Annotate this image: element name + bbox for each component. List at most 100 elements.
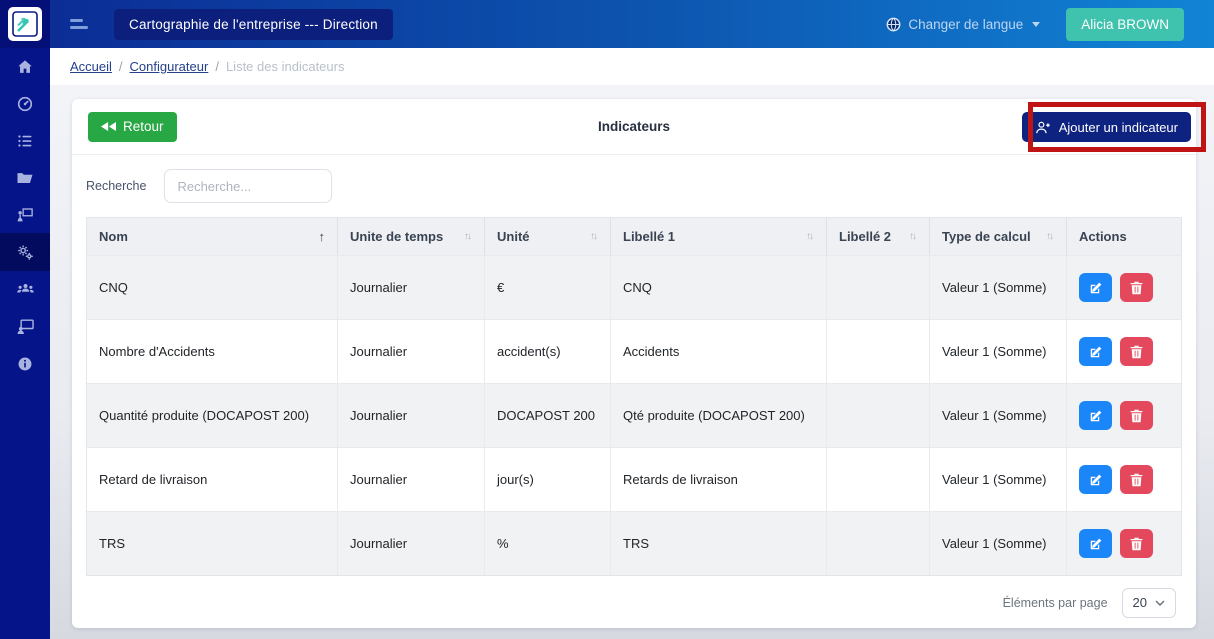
- presentation-icon: [17, 207, 33, 221]
- breadcrumb-link-configurateur[interactable]: Configurateur: [130, 59, 209, 74]
- rewind-icon: [101, 122, 116, 131]
- sidebar-item-presentation[interactable]: [0, 196, 50, 233]
- chevron-down-icon: [1155, 599, 1165, 606]
- cell-libelle2: [827, 448, 930, 511]
- info-icon: [18, 357, 32, 370]
- cell-libelle1: Accidents: [611, 320, 827, 383]
- cell-nom: Retard de livraison: [87, 448, 338, 511]
- sort-asc-icon[interactable]: ↑: [319, 229, 326, 244]
- delete-button[interactable]: [1120, 465, 1153, 494]
- column-header-unite[interactable]: Unité ↑↓: [485, 218, 611, 255]
- list-icon: [18, 134, 32, 147]
- edit-icon: [1090, 410, 1101, 421]
- breadcrumb-separator: /: [215, 59, 219, 74]
- sort-icon[interactable]: ↑↓: [909, 231, 917, 242]
- add-indicator-label: Ajouter un indicateur: [1058, 119, 1178, 135]
- cell-libelle2: [827, 256, 930, 319]
- cell-unite-temps: Journalier: [338, 256, 485, 319]
- edit-button[interactable]: [1079, 273, 1112, 302]
- cell-actions: [1067, 384, 1181, 447]
- edit-icon: [1090, 474, 1101, 485]
- breadcrumb-link-accueil[interactable]: Accueil: [70, 59, 112, 74]
- search-row: Recherche: [72, 155, 1196, 217]
- trash-icon: [1130, 281, 1143, 294]
- cell-libelle1: Retards de livraison: [611, 448, 827, 511]
- cell-nom: TRS: [87, 512, 338, 575]
- delete-button[interactable]: [1120, 529, 1153, 558]
- sidebar-item-home[interactable]: [0, 48, 50, 85]
- delete-button[interactable]: [1120, 401, 1153, 430]
- column-header-type-de-calcul[interactable]: Type de calcul ↑↓: [930, 218, 1067, 255]
- cell-nom: Nombre d'Accidents: [87, 320, 338, 383]
- cell-unite: €: [485, 256, 611, 319]
- top-navbar: Cartographie de l'entreprise --- Directi…: [0, 0, 1214, 48]
- cell-actions: [1067, 320, 1181, 383]
- cell-unite: jour(s): [485, 448, 611, 511]
- column-header-unite-de-temps[interactable]: Unite de temps ↑↓: [338, 218, 485, 255]
- app-logo-icon: [8, 7, 42, 41]
- edit-icon: [1090, 538, 1101, 549]
- cell-nom: Quantité produite (DOCAPOST 200): [87, 384, 338, 447]
- training-icon: [17, 319, 34, 335]
- edit-button[interactable]: [1079, 465, 1112, 494]
- dashboard-icon: [17, 96, 33, 111]
- search-input[interactable]: [164, 169, 333, 203]
- column-header-libelle-2[interactable]: Libellé 2 ↑↓: [827, 218, 930, 255]
- caret-down-icon: [1032, 21, 1041, 27]
- edit-button[interactable]: [1079, 401, 1112, 430]
- breadcrumb: Accueil / Configurateur / Liste des indi…: [50, 48, 1214, 85]
- cell-libelle2: [827, 512, 930, 575]
- sort-icon[interactable]: ↑↓: [590, 231, 598, 242]
- search-label: Recherche: [86, 179, 147, 193]
- home-icon: [18, 59, 32, 73]
- sidebar-item-folders[interactable]: [0, 159, 50, 196]
- per-page-label: Éléments par page: [1002, 595, 1108, 610]
- globe-icon: [886, 17, 901, 31]
- sort-icon[interactable]: ↑↓: [1046, 231, 1054, 242]
- cell-type-calcul: Valeur 1 (Somme): [930, 448, 1067, 511]
- person-add-icon: [1035, 121, 1050, 133]
- column-header-actions: Actions: [1079, 229, 1127, 244]
- back-button[interactable]: Retour: [88, 111, 177, 142]
- sort-icon[interactable]: ↑↓: [464, 231, 472, 242]
- sidebar-item-info[interactable]: [0, 345, 50, 382]
- sidebar-item-dashboard[interactable]: [0, 85, 50, 122]
- edit-icon: [1090, 346, 1101, 357]
- cell-type-calcul: Valeur 1 (Somme): [930, 384, 1067, 447]
- table-header-row: Nom ↑ Unite de temps ↑↓ Unité ↑↓ Libellé…: [87, 218, 1181, 255]
- edit-icon: [1090, 282, 1101, 293]
- users-icon: [16, 284, 34, 293]
- per-page-select[interactable]: 20: [1121, 587, 1176, 618]
- sidebar-item-list[interactable]: [0, 122, 50, 159]
- sidebar-item-users[interactable]: [0, 271, 50, 308]
- app-title: Cartographie de l'entreprise --- Directi…: [114, 8, 393, 40]
- column-header-libelle-1[interactable]: Libellé 1 ↑↓: [611, 218, 827, 255]
- sort-icon[interactable]: ↑↓: [806, 231, 814, 242]
- trash-icon: [1130, 409, 1143, 422]
- indicators-table: Nom ↑ Unite de temps ↑↓ Unité ↑↓ Libellé…: [86, 217, 1182, 576]
- column-header-nom[interactable]: Nom ↑: [87, 218, 338, 255]
- sidebar-item-settings[interactable]: [0, 233, 50, 271]
- cell-actions: [1067, 512, 1181, 575]
- cell-unite-temps: Journalier: [338, 384, 485, 447]
- edit-button[interactable]: [1079, 529, 1112, 558]
- delete-button[interactable]: [1120, 273, 1153, 302]
- menu-toggle-icon[interactable]: [70, 14, 96, 34]
- user-button[interactable]: Alicia BROWN: [1066, 7, 1184, 41]
- cell-unite: %: [485, 512, 611, 575]
- edit-button[interactable]: [1079, 337, 1112, 366]
- cell-unite: accident(s): [485, 320, 611, 383]
- add-indicator-button[interactable]: Ajouter un indicateur: [1021, 112, 1191, 142]
- table-row: CNQ Journalier € CNQ Valeur 1 (Somme): [87, 255, 1181, 319]
- language-menu[interactable]: Changer de langue: [886, 17, 1041, 32]
- trash-icon: [1130, 473, 1143, 486]
- back-button-label: Retour: [123, 119, 164, 134]
- delete-button[interactable]: [1120, 337, 1153, 366]
- table-row: Quantité produite (DOCAPOST 200) Journal…: [87, 383, 1181, 447]
- cell-libelle1: CNQ: [611, 256, 827, 319]
- table-row: Nombre d'Accidents Journalier accident(s…: [87, 319, 1181, 383]
- cell-type-calcul: Valeur 1 (Somme): [930, 256, 1067, 319]
- sidebar-item-training[interactable]: [0, 308, 50, 345]
- app-logo[interactable]: [0, 0, 50, 48]
- indicators-card: Retour Indicateurs Ajouter un indicateur…: [72, 99, 1196, 628]
